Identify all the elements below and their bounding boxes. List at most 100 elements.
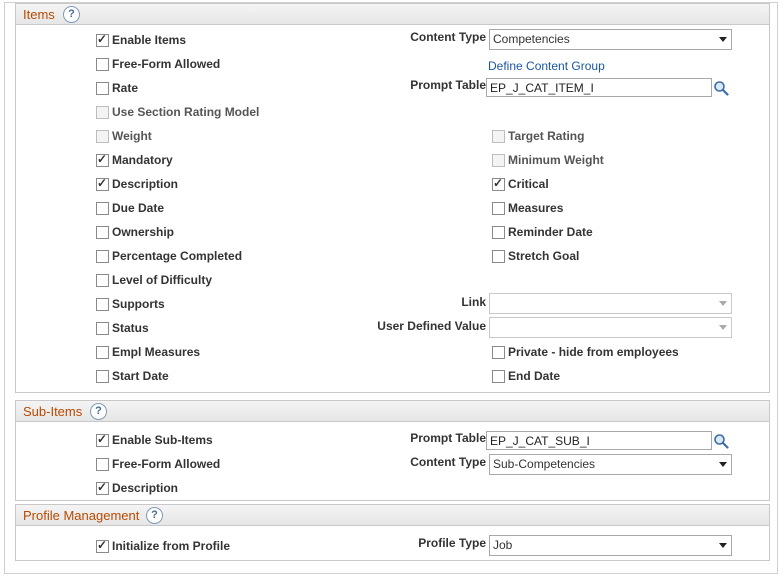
profile-type-select[interactable]: Job [489, 535, 732, 556]
reminder-date-checkbox[interactable]: Reminder Date [492, 225, 732, 241]
due-date-checkbox[interactable]: Due Date [96, 201, 336, 217]
checkbox-box [96, 106, 109, 119]
start-date-checkbox[interactable]: Start Date [96, 369, 336, 385]
profile-type-label: Profile Type [418, 536, 486, 550]
prompt-table-label: Prompt Table [410, 78, 486, 92]
help-icon[interactable]: ? [63, 6, 80, 23]
description-checkbox[interactable]: ✓ Description [96, 176, 336, 193]
items-section-title: Items [23, 7, 55, 22]
empl-measures-label: Empl Measures [112, 345, 201, 359]
checkbox-box[interactable]: ✓ [492, 176, 505, 191]
checkbox-box[interactable] [96, 226, 109, 239]
profile-type-value: Job [493, 538, 513, 552]
magnifier-icon[interactable] [713, 80, 729, 96]
checkbox-box[interactable] [96, 82, 109, 95]
empl-measures-checkbox[interactable]: Empl Measures [96, 345, 336, 361]
target-rating-checkbox: Target Rating [492, 129, 732, 145]
chevron-down-icon [719, 462, 727, 467]
status-checkbox[interactable]: Status [96, 321, 336, 337]
measures-label: Measures [508, 201, 564, 215]
check-icon: ✓ [97, 32, 108, 46]
free-form-allowed-label: Free-Form Allowed [112, 457, 221, 471]
free-form-allowed-label: Free-Form Allowed [112, 57, 221, 71]
checkbox-box[interactable]: ✓ [96, 176, 109, 191]
profile-management-section: Profile Management ? ✓ Initialize from P… [15, 504, 770, 561]
checkbox-box[interactable]: ✓ [96, 432, 109, 447]
checkbox-box[interactable]: ✓ [96, 538, 109, 553]
checkbox-box[interactable] [96, 202, 109, 215]
user-defined-value-label: User Defined Value [377, 319, 486, 333]
checkbox-box[interactable] [96, 250, 109, 263]
link-select[interactable] [489, 293, 732, 314]
chevron-down-icon [719, 37, 727, 42]
sub-content-type-select[interactable]: Sub-Competencies [489, 454, 732, 475]
checkbox-box[interactable] [96, 458, 109, 471]
sub-prompt-table-label: Prompt Table [410, 431, 486, 445]
mandatory-label: Mandatory [112, 153, 173, 167]
checkbox-box [96, 130, 109, 143]
user-defined-value-select[interactable] [489, 317, 732, 338]
target-rating-label: Target Rating [508, 129, 585, 143]
check-icon: ✓ [97, 480, 108, 494]
help-icon[interactable]: ? [90, 403, 107, 420]
chevron-down-icon [719, 301, 727, 306]
stretch-goal-label: Stretch Goal [508, 249, 580, 263]
enable-sub-items-label: Enable Sub-Items [112, 433, 213, 447]
page-container: Items ? ✓ Enable Items Free-Form Allowed Ra… [4, 2, 778, 574]
profile-management-section-header: Profile Management ? [16, 505, 769, 526]
ownership-label: Ownership [112, 225, 175, 239]
free-form-allowed-checkbox[interactable]: Free-Form Allowed [96, 457, 336, 473]
content-type-label: Content Type [410, 30, 486, 44]
stretch-goal-checkbox[interactable]: Stretch Goal [492, 249, 732, 265]
enable-items-label: Enable Items [112, 33, 187, 47]
checkbox-box[interactable] [96, 58, 109, 71]
description-checkbox[interactable]: ✓ Description [96, 480, 336, 497]
ownership-checkbox[interactable]: Ownership [96, 225, 336, 241]
sub-prompt-table-value: EP_J_CAT_SUB_I [490, 434, 590, 448]
sub-content-type-value: Sub-Competencies [493, 457, 596, 471]
checkbox-box[interactable] [492, 370, 505, 383]
reminder-date-label: Reminder Date [508, 225, 593, 239]
supports-label: Supports [112, 297, 165, 311]
checkbox-box [492, 154, 505, 167]
prompt-table-input[interactable]: EP_J_CAT_ITEM_I [486, 78, 712, 97]
level-of-difficulty-checkbox[interactable]: Level of Difficulty [96, 273, 336, 289]
define-content-group-link[interactable]: Define Content Group [488, 59, 605, 73]
prompt-table-value: EP_J_CAT_ITEM_I [490, 81, 594, 95]
supports-checkbox[interactable]: Supports [96, 297, 336, 313]
checkbox-box[interactable] [96, 298, 109, 311]
minimum-weight-label: Minimum Weight [508, 153, 604, 167]
checkbox-box[interactable] [492, 202, 505, 215]
checkbox-box[interactable] [492, 250, 505, 263]
free-form-allowed-checkbox[interactable]: Free-Form Allowed [96, 57, 336, 73]
critical-checkbox[interactable]: ✓ Critical [492, 176, 732, 193]
checkbox-box[interactable]: ✓ [96, 32, 109, 47]
checkbox-box[interactable] [96, 274, 109, 287]
checkbox-box[interactable] [96, 322, 109, 335]
link-label: Link [461, 295, 486, 309]
magnifier-icon[interactable] [713, 433, 729, 449]
enable-items-checkbox[interactable]: ✓ Enable Items [96, 32, 336, 49]
checkbox-box[interactable]: ✓ [96, 480, 109, 495]
mandatory-checkbox[interactable]: ✓ Mandatory [96, 152, 336, 169]
rate-checkbox[interactable]: Rate [96, 81, 336, 97]
sub-items-section: Sub-Items ? ✓ Enable Sub-Items Free-Form A… [15, 400, 770, 501]
checkbox-box[interactable]: ✓ [96, 152, 109, 167]
enable-sub-items-checkbox[interactable]: ✓ Enable Sub-Items [96, 432, 336, 449]
initialize-from-profile-checkbox[interactable]: ✓ Initialize from Profile [96, 538, 296, 555]
check-icon: ✓ [97, 152, 108, 166]
percentage-completed-checkbox[interactable]: Percentage Completed [96, 249, 336, 265]
content-type-select[interactable]: Competencies [489, 29, 732, 50]
checkbox-box[interactable] [96, 370, 109, 383]
chevron-down-icon [719, 543, 727, 548]
checkbox-box[interactable] [96, 346, 109, 359]
checkbox-box[interactable] [492, 346, 505, 359]
end-date-checkbox[interactable]: End Date [492, 369, 732, 385]
help-icon[interactable]: ? [146, 507, 163, 524]
percentage-completed-label: Percentage Completed [112, 249, 243, 263]
private-hide-from-employees-checkbox[interactable]: Private - hide from employees [492, 345, 732, 361]
measures-checkbox[interactable]: Measures [492, 201, 732, 217]
sub-prompt-table-input[interactable]: EP_J_CAT_SUB_I [486, 431, 712, 450]
checkbox-box[interactable] [492, 226, 505, 239]
use-section-rating-model-label: Use Section Rating Model [112, 105, 260, 119]
